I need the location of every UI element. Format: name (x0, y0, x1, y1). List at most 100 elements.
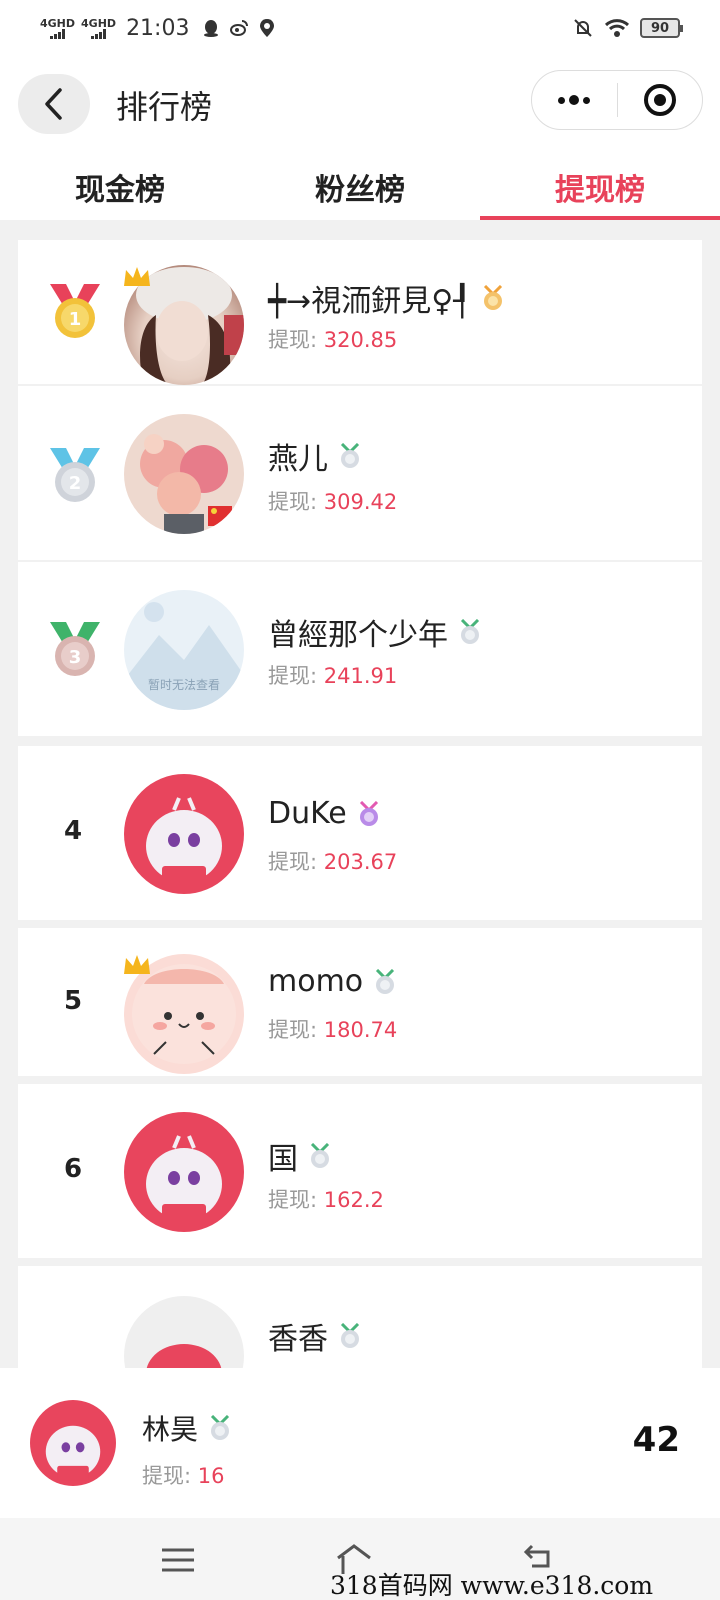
signal-indicator-1: 4GHD (40, 18, 75, 39)
user-name: 国 (268, 1134, 332, 1178)
dot-icon (583, 96, 591, 104)
amount-value: 16 (197, 1464, 225, 1488)
ranking-row-4[interactable]: 4 DuKe 提现: 203.67 (18, 746, 702, 920)
amount-value: 320.85 (323, 328, 398, 352)
miniprogram-capsule (531, 70, 703, 130)
page-title: 排行榜 (116, 88, 213, 126)
svg-text:2: 2 (69, 473, 82, 494)
user-name: ┿→視洏鈃見♀┦ (268, 276, 505, 320)
amount-label: 提现: (268, 850, 324, 874)
silver-badge-icon (310, 1143, 330, 1168)
my-rank-number: 42 (632, 1420, 680, 1460)
user-name: 燕儿 (268, 434, 362, 478)
user-name-text: 燕儿 (268, 442, 328, 477)
silver-badge-icon (210, 1415, 230, 1440)
user-name: 曾經那个少年 (268, 610, 482, 654)
mute-bell-icon (574, 19, 592, 37)
amount-value: 180.74 (323, 1018, 398, 1042)
avatar[interactable] (124, 1296, 244, 1376)
watermark-text: 318首码网 www.e318.com (330, 1571, 654, 1600)
silver-badge-icon (376, 968, 395, 994)
my-name: 林昊 (142, 1408, 232, 1448)
battery-indicator: 90 (640, 18, 683, 38)
ranking-row-5[interactable]: 5 momo 提现: 180.74 (18, 928, 702, 1076)
withdraw-amount: 提现: 180.74 (268, 1014, 397, 1044)
avatar[interactable] (124, 774, 244, 894)
gold-badge-icon (484, 285, 503, 310)
svg-text:1: 1 (69, 309, 82, 330)
rank-number: 4 (63, 816, 83, 846)
user-name-text: momo (268, 964, 364, 999)
close-miniprogram-button[interactable] (618, 71, 703, 129)
qq-icon (204, 20, 219, 37)
ranking-row-7[interactable]: 香香 (18, 1266, 702, 1376)
user-name-text: 国 (268, 1142, 298, 1177)
avatar[interactable] (124, 1112, 244, 1232)
more-button[interactable] (532, 71, 617, 129)
avatar[interactable]: 暂时无法查看 (124, 590, 244, 710)
amount-label: 提现: (142, 1464, 198, 1488)
amount-value: 162.2 (323, 1188, 384, 1212)
silver-badge-icon (460, 619, 480, 644)
ranking-row-2[interactable]: 2 燕儿 提现: 309.42 (18, 386, 702, 560)
amount-label: 提现: (268, 664, 324, 688)
amount-label: 提现: (268, 328, 324, 352)
avatar[interactable] (124, 414, 244, 534)
gold-medal-icon: 1 (50, 284, 100, 338)
tab-fans[interactable]: 粉丝榜 (240, 154, 480, 220)
rank-number: 6 (63, 1154, 83, 1184)
amount-label: 提现: (268, 1018, 324, 1042)
silver-badge-icon (340, 1323, 360, 1348)
svg-text:3: 3 (69, 647, 82, 668)
crown-icon (124, 955, 150, 974)
withdraw-amount: 提现: 203.67 (268, 846, 397, 876)
amount-value: 309.42 (323, 490, 398, 514)
user-name-text: ┿→視洏鈃見♀┦ (268, 284, 472, 319)
app-root: 4GHD 4GHD 21:03 90 排行榜 现金榜 粉丝榜 提现榜 1 ┿→視… (0, 0, 720, 1600)
target-icon (643, 84, 676, 116)
menu-icon[interactable] (158, 1540, 198, 1580)
status-bar: 4GHD 4GHD 21:03 90 (0, 0, 720, 56)
amount-label: 提现: (268, 1188, 324, 1212)
bronze-medal-icon: 3 (50, 622, 100, 676)
signal-label-2: 4GHD (81, 16, 117, 30)
pig-avatar (146, 1344, 222, 1376)
placeholder-text: 暂时无法查看 (147, 678, 220, 692)
my-rank-bar[interactable]: 林昊 提现: 16 42 (0, 1368, 720, 1518)
signal-bars-icon (50, 28, 66, 39)
mascot-avatar (146, 1135, 222, 1224)
crown-icon (124, 267, 150, 286)
amount-label: 提现: (268, 490, 324, 514)
user-name-text: 曾經那个少年 (268, 618, 448, 653)
ranking-row-6[interactable]: 6 国 提现: 162.2 (18, 1084, 702, 1258)
silver-badge-icon (340, 443, 360, 468)
my-avatar[interactable] (30, 1400, 116, 1486)
purple-badge-icon (359, 800, 378, 826)
user-name: 香香 (268, 1314, 362, 1358)
signal-label-1: 4GHD (40, 16, 76, 30)
weibo-icon (230, 20, 249, 36)
rank-number: 5 (63, 986, 83, 1016)
user-name: DuKe (268, 796, 381, 831)
tab-withdraw[interactable]: 提现榜 (480, 154, 720, 220)
signal-indicator-2: 4GHD (81, 18, 116, 39)
withdraw-amount: 提现: 162.2 (268, 1184, 384, 1214)
ranking-tabs: 现金榜 粉丝榜 提现榜 (0, 154, 720, 220)
dot-icon (558, 96, 566, 104)
mascot-avatar (45, 1425, 101, 1481)
avatar-flowers (140, 434, 232, 534)
back-button[interactable] (18, 74, 90, 134)
status-right: 90 (572, 17, 683, 39)
location-icon (260, 19, 275, 37)
withdraw-amount: 提现: 241.91 (268, 660, 397, 690)
withdraw-amount: 提现: 320.85 (268, 324, 397, 354)
mascot-avatar (146, 797, 222, 886)
ranking-row-1[interactable]: 1 ┿→視洏鈃見♀┦ 提现: 320.85 (18, 240, 702, 385)
tab-cash[interactable]: 现金榜 (0, 154, 240, 220)
silver-medal-icon: 2 (50, 448, 100, 502)
user-name-text: 香香 (268, 1322, 328, 1357)
wifi-icon (604, 19, 630, 37)
my-name-text: 林昊 (142, 1413, 199, 1446)
status-time: 21:03 (126, 15, 190, 41)
ranking-row-3[interactable]: 3 暂时无法查看 曾經那个少年 提现: 241.91 (18, 562, 702, 736)
